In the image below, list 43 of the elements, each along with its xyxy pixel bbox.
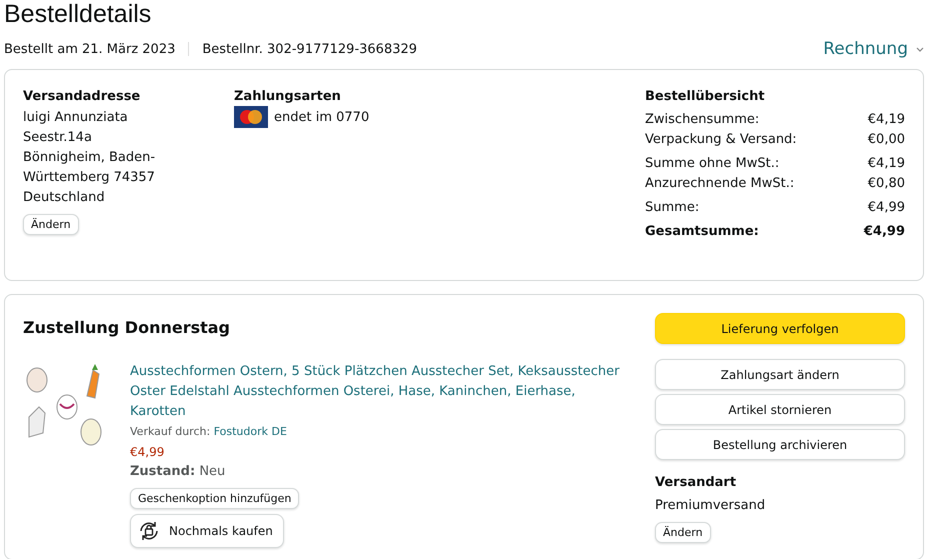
summary-heading: Bestellübersicht xyxy=(645,88,765,106)
page-title: Bestelldetails xyxy=(4,0,152,28)
address-line: Württemberg 74357 xyxy=(23,169,155,187)
item-condition: Zustand: Neu xyxy=(130,463,226,481)
buy-again-button[interactable]: Nochmals kaufen xyxy=(130,514,284,548)
order-number: Bestellnr. 302-9177129-3668329 xyxy=(202,42,418,56)
action-button[interactable]: Zahlungsart ändern xyxy=(655,359,905,390)
seller-text: Verkauf durch: Fostudork DE xyxy=(130,424,287,440)
card-ending: endet im 0770 xyxy=(274,110,370,124)
shipping-method-heading: Versandart xyxy=(655,474,736,492)
action-button[interactable]: Bestellung archivieren xyxy=(655,429,905,460)
track-delivery-button[interactable]: Lieferung verfolgen xyxy=(655,313,905,344)
change-address-button[interactable]: Ändern xyxy=(23,214,79,235)
address-heading: Versandadresse xyxy=(23,88,140,106)
summary-label: Summe ohne MwSt.: xyxy=(645,155,780,173)
payment-heading: Zahlungsarten xyxy=(234,88,341,106)
summary-value: €4,99 xyxy=(868,199,905,217)
item-price: €4,99 xyxy=(130,444,164,461)
action-button[interactable]: Artikel stornieren xyxy=(655,394,905,425)
gift-option-button[interactable]: Geschenkoption hinzufügen xyxy=(130,488,300,509)
summary-label: Anzurechnende MwSt.: xyxy=(645,175,794,193)
summary-label: Verpackung & Versand: xyxy=(645,131,797,149)
shipment-heading: Zustellung Donnerstag xyxy=(23,317,232,338)
order-date: Bestellt am 21. März 2023 xyxy=(4,42,176,56)
summary-label: Zwischensumme: xyxy=(645,111,760,129)
summary-value: €0,00 xyxy=(868,131,905,149)
summary-value: €0,80 xyxy=(868,175,905,193)
seller-link[interactable]: Fostudork DE xyxy=(214,425,287,438)
chevron-down-icon xyxy=(916,46,924,52)
shipping-method: Premiumversand xyxy=(655,497,766,515)
summary-value: €4,19 xyxy=(868,155,905,173)
summary-label: Gesamtsumme: xyxy=(645,223,759,241)
summary-label: Summe: xyxy=(645,199,700,217)
card-logo-icon xyxy=(234,106,268,128)
address-line: Deutschland xyxy=(23,189,105,207)
change-shipping-button[interactable]: Ändern xyxy=(655,522,711,543)
summary-value: €4,99 xyxy=(864,223,905,241)
invoice-link[interactable]: Rechnung xyxy=(823,39,924,59)
address-line: luigi Annunziata xyxy=(23,109,128,127)
product-title-link[interactable]: Ausstechformen Ostern, 5 Stück Plätzchen Ausstecher Set, Keksausstecher Oster Edelstahl Ausstechformen Osterei, Hase, Kaninchen, Eierhase, Karotten xyxy=(130,362,630,422)
address-line: Bönnigheim, Baden- xyxy=(23,149,156,167)
summary-value: €4,19 xyxy=(868,111,905,129)
address-line: Seestr.14a xyxy=(23,129,92,147)
